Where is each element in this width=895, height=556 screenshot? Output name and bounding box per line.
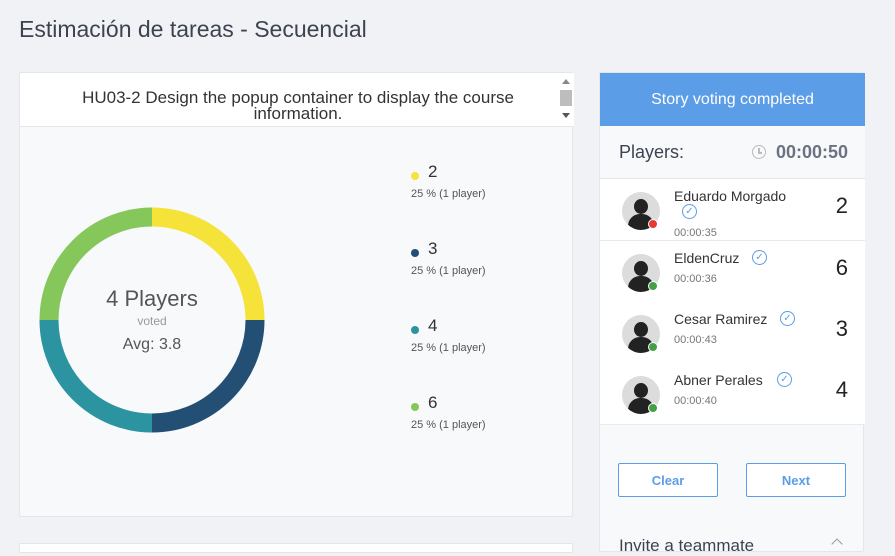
legend-dot [411, 326, 419, 334]
timer-value: 00:00:50 [775, 142, 848, 162]
players-label: Players: [619, 142, 685, 162]
scroll-thumb[interactable] [560, 90, 572, 106]
scroll-down-arrow-icon[interactable] [562, 113, 570, 118]
check-circle-icon: ✓ [777, 372, 792, 387]
clear-button[interactable]: Clear [618, 463, 718, 497]
legend-dot [411, 249, 419, 257]
legend-dot [411, 172, 419, 180]
legend-detail: 25 % (1 player) [411, 419, 486, 431]
player-name: Eduardo Morgado [674, 188, 787, 204]
player-row: Cesar Ramirez ✓ 00:00:43 3 [600, 302, 865, 364]
voting-panel: Story voting completed Players: 00:00:50… [599, 72, 865, 555]
player-name: Cesar Ramirez [674, 311, 768, 327]
voted-label: voted [137, 314, 167, 328]
check-circle-icon: ✓ [752, 250, 767, 265]
legend-value: 3 [428, 239, 438, 258]
page-title: Estimación de tareas - Secuencial [19, 16, 367, 42]
legend-value: 6 [428, 393, 438, 412]
player-row: Abner Perales ✓ 00:00:40 4 [600, 363, 865, 425]
invite-teammate-label[interactable]: Invite a teammate [619, 536, 754, 556]
next-button[interactable]: Next [746, 463, 846, 497]
legend-detail: 25 % (1 player) [411, 265, 486, 277]
story-scrollbar[interactable] [559, 76, 573, 124]
players-header: Players: 00:00:50 [600, 126, 865, 179]
check-circle-icon: ✓ [682, 204, 697, 219]
donut-center: 4 Players voted Avg: 3.8 [36, 204, 268, 436]
player-row: EldenCruz ✓ 00:00:36 6 [600, 241, 865, 303]
player-vote: 6 [835, 255, 848, 280]
player-name: Abner Perales [674, 372, 763, 388]
status-dot-icon [648, 219, 658, 229]
players-count: 4 Players [106, 286, 198, 311]
status-dot-icon [648, 403, 658, 413]
player-vote: 3 [835, 316, 848, 341]
average-label: Avg: 3.8 [122, 336, 182, 353]
chevron-up-icon[interactable] [831, 538, 843, 550]
player-row: Eduardo Morgado ✓ 00:00:35 2 [600, 179, 865, 241]
story-header: HU03-2 Design the popup container to dis… [20, 73, 574, 127]
player-time: 00:00:36 [674, 273, 717, 285]
voting-status-banner: Story voting completed [600, 73, 865, 126]
legend-value: 2 [428, 162, 438, 181]
legend-detail: 25 % (1 player) [411, 342, 486, 354]
player-time: 00:00:43 [674, 334, 717, 346]
player-time: 00:00:40 [674, 395, 717, 407]
legend-value: 4 [428, 316, 438, 335]
player-vote: 4 [835, 377, 848, 402]
legend-dot [411, 403, 419, 411]
story-title: HU03-2 Design the popup container to dis… [82, 88, 514, 123]
status-dot-icon [648, 342, 658, 352]
secondary-card [19, 543, 573, 553]
legend-detail: 25 % (1 player) [411, 188, 486, 200]
scroll-up-arrow-icon[interactable] [562, 79, 570, 84]
player-name: EldenCruz [674, 250, 740, 266]
player-vote: 2 [835, 193, 848, 218]
status-dot-icon [648, 281, 658, 291]
story-card: HU03-2 Design the popup container to dis… [19, 72, 574, 517]
clock-icon [752, 145, 766, 159]
player-time: 00:00:35 [674, 227, 717, 239]
check-circle-icon: ✓ [780, 311, 795, 326]
